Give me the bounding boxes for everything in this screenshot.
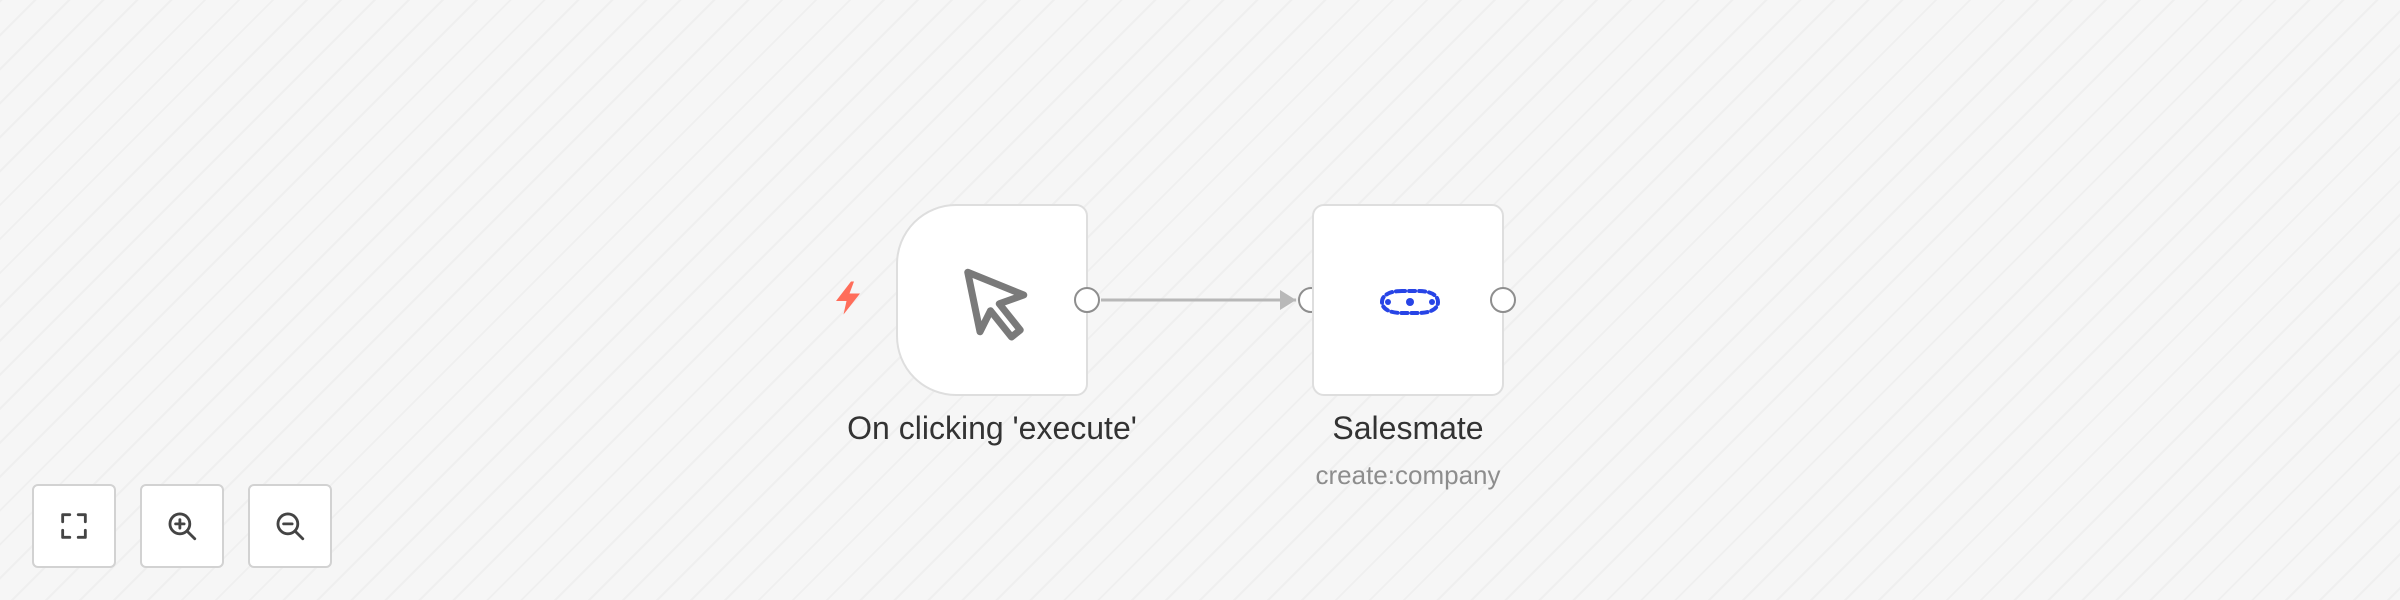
zoom-out-button[interactable]: [248, 484, 332, 568]
trigger-output-handle[interactable]: [1074, 287, 1100, 313]
zoom-in-button[interactable]: [140, 484, 224, 568]
fit-view-icon: [61, 513, 87, 539]
lightning-bolt-icon: [836, 281, 860, 315]
trigger-node-title: On clicking 'execute': [847, 410, 1137, 446]
salesmate-node[interactable]: [1312, 204, 1504, 396]
connection-arrowhead: [1280, 290, 1296, 310]
trigger-node-manual[interactable]: [896, 204, 1088, 396]
salesmate-logo-icon: [1379, 289, 1441, 315]
salesmate-output-handle[interactable]: [1490, 287, 1516, 313]
connections-layer: [1101, 290, 1296, 310]
zoom-to-fit-button[interactable]: [32, 484, 116, 568]
workflow-canvas[interactable]: On clicking 'execute' Salesmate create:c…: [0, 0, 2400, 600]
salesmate-node-title: Salesmate: [1332, 410, 1484, 446]
zoom-out-icon: [276, 512, 305, 541]
cursor-arrow-icon: [964, 268, 1028, 341]
zoom-in-icon: [168, 512, 197, 541]
salesmate-node-subtitle: create:company: [1315, 460, 1501, 490]
